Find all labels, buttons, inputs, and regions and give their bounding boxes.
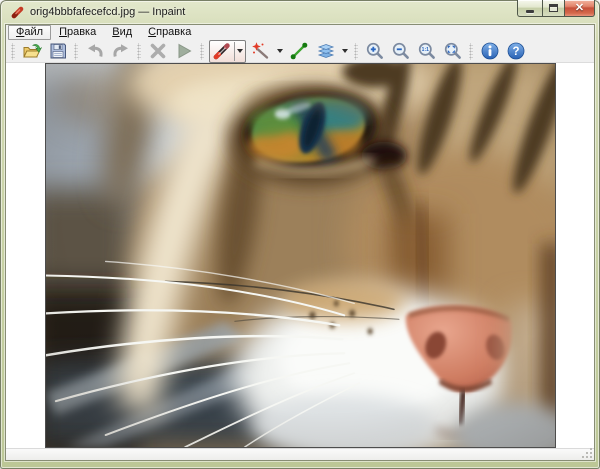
titlebar[interactable]: orig4bbbfafecefcd.jpg — Inpaint ✕: [0, 0, 600, 24]
zoom-actual-size-button[interactable]: 1:1: [414, 41, 440, 62]
chevron-down-icon: [237, 49, 243, 53]
zoom-in-icon: [365, 41, 385, 61]
layers-icon: [316, 41, 336, 61]
info-button[interactable]: [477, 41, 503, 62]
toolbar-grip[interactable]: [200, 43, 204, 60]
marker-tool-dropdown[interactable]: [234, 42, 245, 61]
layers-tool-dropdown[interactable]: [339, 41, 350, 62]
maximize-icon: [549, 4, 558, 12]
status-bar: [6, 448, 594, 460]
magic-wand-icon: [251, 41, 271, 61]
magic-wand-button[interactable]: [248, 41, 274, 62]
redo-icon: [111, 41, 131, 61]
delete-button[interactable]: [145, 41, 171, 62]
marker-pen-icon: [212, 41, 232, 61]
minimize-button[interactable]: [517, 0, 542, 17]
menu-view[interactable]: Вид: [104, 25, 140, 40]
info-icon: [480, 41, 500, 61]
menu-help[interactable]: Справка: [140, 25, 199, 40]
client-area: Файл Правка Вид Справка: [5, 24, 595, 461]
undo-icon: [85, 41, 105, 61]
inpaint-app-icon: [10, 5, 25, 20]
run-button[interactable]: [171, 41, 197, 62]
open-button[interactable]: [19, 41, 45, 62]
window-controls: ✕: [517, 0, 595, 17]
svg-text:1:1: 1:1: [422, 47, 429, 53]
minimize-icon: [526, 10, 534, 13]
app-window: orig4bbbfafecefcd.jpg — Inpaint ✕ Файл П…: [0, 0, 600, 469]
layers-tool-button[interactable]: [313, 41, 339, 62]
delete-x-icon: [148, 41, 168, 61]
toolbar-grip[interactable]: [74, 43, 78, 60]
help-button[interactable]: ?: [503, 41, 529, 62]
line-tool-button[interactable]: [286, 41, 312, 62]
toolbar: 1:1: [6, 40, 594, 63]
cat-photo[interactable]: [45, 63, 556, 448]
zoom-actual-size-icon: 1:1: [417, 41, 437, 61]
menu-edit[interactable]: Правка: [51, 25, 104, 40]
zoom-in-button[interactable]: [362, 41, 388, 62]
open-folder-icon: [22, 41, 42, 61]
chevron-down-icon: [342, 49, 348, 53]
maximize-button[interactable]: [542, 0, 565, 17]
zoom-out-button[interactable]: [388, 41, 414, 62]
close-button[interactable]: ✕: [565, 0, 595, 17]
zoom-fit-icon: [443, 41, 463, 61]
image-canvas[interactable]: [6, 63, 594, 448]
chevron-down-icon: [277, 49, 283, 53]
save-button[interactable]: [45, 41, 71, 62]
cat-photo-image: [46, 64, 555, 447]
menu-file[interactable]: Файл: [8, 25, 51, 40]
help-icon: ?: [506, 41, 526, 61]
toolbar-grip[interactable]: [469, 43, 473, 60]
marker-tool-split: [209, 40, 246, 63]
menu-bar: Файл Правка Вид Справка: [6, 25, 594, 40]
close-icon: ✕: [575, 3, 584, 14]
run-play-icon: [174, 41, 194, 61]
undo-button[interactable]: [82, 41, 108, 62]
svg-text:?: ?: [512, 46, 519, 58]
redo-button[interactable]: [108, 41, 134, 62]
zoom-out-icon: [391, 41, 411, 61]
marker-tool-button[interactable]: [210, 41, 234, 62]
toolbar-grip[interactable]: [354, 43, 358, 60]
window-title: orig4bbbfafecefcd.jpg — Inpaint: [30, 6, 185, 18]
magic-wand-dropdown[interactable]: [274, 41, 285, 62]
magic-wand-split: [248, 41, 285, 62]
resize-grip[interactable]: [582, 448, 593, 459]
zoom-fit-button[interactable]: [440, 41, 466, 62]
line-tool-icon: [289, 41, 309, 61]
toolbar-grip[interactable]: [137, 43, 141, 60]
save-floppy-icon: [48, 41, 68, 61]
toolbar-grip[interactable]: [11, 43, 15, 60]
layers-tool-split: [313, 41, 350, 62]
